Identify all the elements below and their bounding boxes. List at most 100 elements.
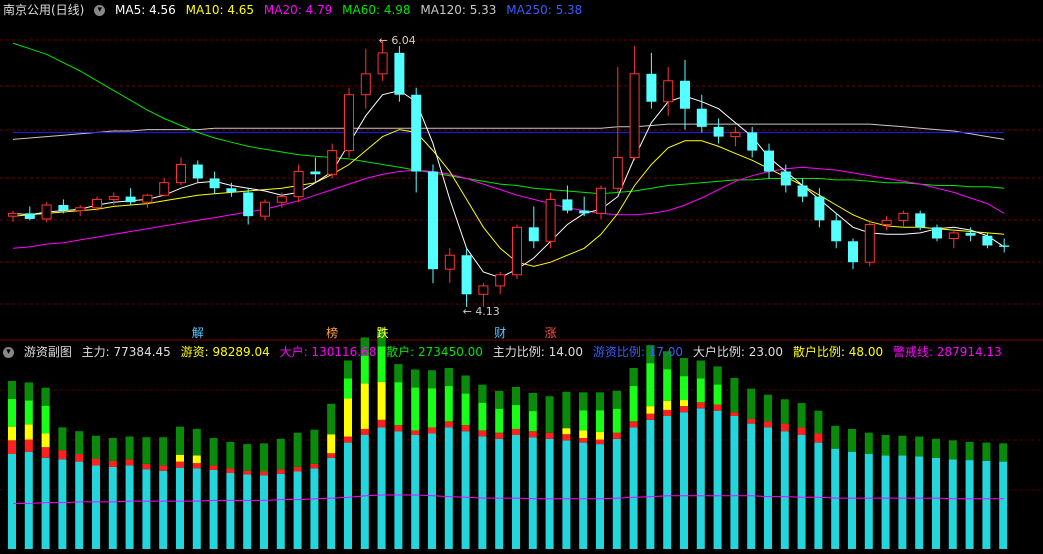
big-holder-bar — [428, 427, 436, 434]
hot-money-bar — [192, 455, 201, 464]
big-holder-bar — [461, 425, 470, 432]
candle-down — [226, 188, 237, 193]
retail-bar — [831, 425, 840, 449]
candle-up — [612, 157, 623, 189]
big-holder-bar — [310, 463, 319, 469]
retail-bar — [965, 441, 974, 461]
retail-bar — [108, 438, 117, 461]
candle-up — [360, 73, 371, 96]
retail-bar-top — [713, 366, 722, 385]
retail-bar — [125, 436, 134, 460]
ma20-label: MA20: 4.79 — [263, 3, 333, 17]
retail-bar — [982, 442, 991, 461]
main-force-bar — [125, 465, 134, 549]
main-force-bar — [209, 469, 218, 549]
big-holder-bar — [696, 402, 705, 409]
retail-bar — [260, 443, 268, 472]
candle-up — [176, 164, 186, 184]
candle-up — [159, 182, 170, 196]
main-force-bar — [646, 419, 655, 549]
main-chart-header: 南京公用(日线) ▾ MA5: 4.56 MA10: 4.65 MA20: 4.… — [3, 2, 588, 18]
main-force-bar — [159, 470, 168, 549]
settings-circle-icon[interactable]: ▾ — [94, 5, 106, 16]
event-marker[interactable]: 涨 — [544, 326, 558, 340]
retail-bar — [814, 410, 823, 434]
candle-down — [982, 235, 993, 246]
retail-bar-top — [579, 392, 588, 411]
big-holder-bar — [629, 421, 638, 428]
retail-bar — [999, 443, 1008, 462]
main-force-bar — [260, 475, 268, 549]
candle-up — [512, 226, 522, 276]
high-annotation: ← 6.04 — [378, 34, 416, 48]
big-holder-bar — [596, 439, 604, 445]
big-holder-bar — [478, 430, 487, 437]
big-holder-bar — [730, 412, 739, 416]
retail-bar-top — [596, 392, 604, 411]
hot-money-bar — [680, 400, 688, 407]
big-holder-bar — [360, 428, 369, 435]
retail-bar-top — [629, 368, 638, 387]
hot-money-bar — [562, 428, 571, 435]
candle-down — [646, 73, 657, 102]
main-force-bar — [495, 438, 504, 549]
candle-up — [730, 131, 741, 138]
main-force-bar — [596, 444, 604, 549]
candle-up — [41, 204, 52, 220]
candle-down — [797, 185, 808, 197]
candle-up — [948, 232, 959, 239]
main-force-bar — [629, 427, 638, 549]
event-marker[interactable]: 跌 — [376, 326, 390, 340]
main-force-bar — [747, 423, 756, 549]
ma5-label: MA5: 4.56 — [115, 3, 176, 17]
candle-down — [680, 80, 690, 109]
main-force-bar — [92, 465, 100, 549]
candle-up — [8, 212, 18, 217]
main-force-bar — [898, 455, 907, 549]
hot-money-label: 游资: 98289.04 — [180, 345, 270, 359]
main-force-bar — [881, 455, 890, 549]
main-force-bar — [142, 469, 151, 549]
hot-money-bar — [377, 381, 386, 420]
candle-down — [831, 220, 842, 242]
candle-down — [696, 108, 707, 127]
sub-title: 游资副图 — [23, 345, 72, 359]
main-force-bar — [24, 451, 33, 549]
candle-down — [814, 196, 825, 221]
ma250-label: MA250: 5.38 — [506, 3, 583, 17]
retail-bar-top — [528, 393, 537, 412]
hot-money-bar — [596, 431, 604, 440]
candle-down — [411, 94, 422, 172]
candle-down — [915, 213, 926, 228]
main-force-bar — [377, 427, 386, 549]
candle-down — [562, 199, 573, 211]
event-marker[interactable]: 财 — [493, 326, 507, 340]
retail-label: 散户: 273450.00 — [386, 345, 483, 359]
event-marker[interactable]: 解 — [191, 326, 205, 340]
big-holder-bar — [125, 459, 134, 466]
candle-down — [461, 255, 472, 295]
hot-money-bar — [646, 406, 655, 414]
main-force-bar — [75, 461, 84, 549]
sub-settings-circle-icon[interactable]: ▾ — [3, 347, 14, 358]
ma20-line — [12, 166, 1005, 249]
candle-up — [327, 150, 338, 175]
event-marker[interactable]: 榜 — [325, 326, 339, 340]
main-force-bar — [545, 438, 554, 549]
hot-money-bar — [8, 426, 16, 441]
candle-up — [881, 219, 892, 226]
candle-up — [663, 80, 674, 103]
candle-down — [192, 164, 203, 179]
stock-chart — [0, 39, 1043, 549]
retail-bar — [159, 437, 168, 466]
candle-down — [58, 204, 69, 211]
main-force-bar — [444, 427, 453, 549]
big-holder-bar — [528, 431, 537, 438]
main-force-bar — [108, 466, 117, 549]
big-holder-bar — [243, 470, 252, 475]
candle-down — [780, 171, 791, 186]
retail-bar — [310, 429, 319, 464]
main-force-bar — [8, 454, 16, 549]
main-force-bar — [310, 468, 319, 549]
main-force-bar — [461, 431, 470, 549]
